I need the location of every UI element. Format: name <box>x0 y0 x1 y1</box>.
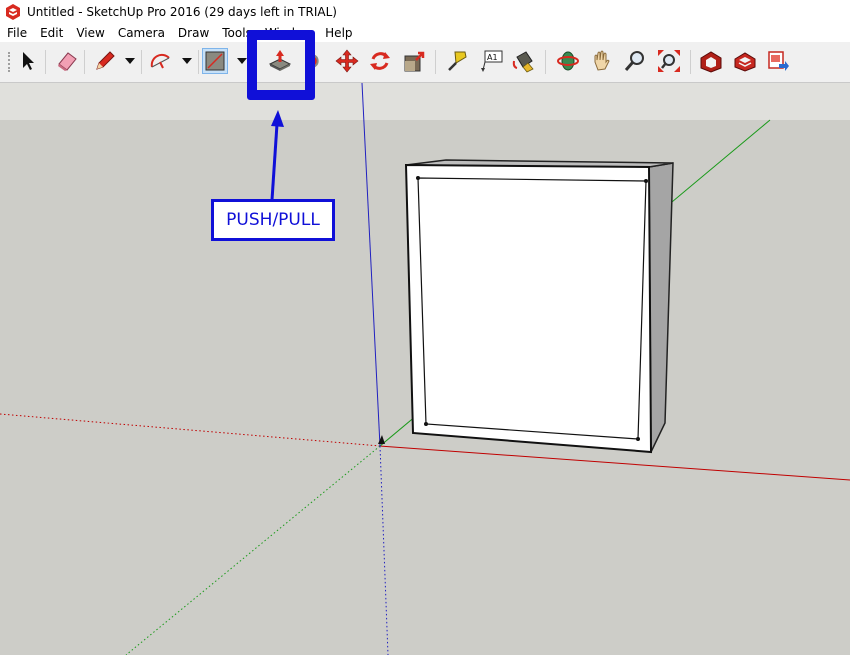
blue-axis-positive <box>361 83 381 447</box>
arc-icon <box>150 53 170 69</box>
title-bar: Untitled - SketchUp Pro 2016 (29 days le… <box>0 0 850 24</box>
vertex-marker <box>424 422 428 426</box>
rectangle-icon <box>205 51 225 71</box>
toolbar-separator <box>141 50 142 74</box>
chevron-down-icon <box>182 58 192 64</box>
3d-warehouse-button[interactable] <box>698 48 724 74</box>
chevron-down-icon <box>237 58 247 64</box>
paint-bucket-icon <box>512 51 534 73</box>
move-tool-button[interactable] <box>334 48 360 74</box>
red-axis-positive <box>379 445 850 481</box>
eraser-icon <box>58 52 77 71</box>
callout-label: PUSH/PULL <box>226 210 320 230</box>
red-axis-negative <box>0 413 381 447</box>
scale-icon <box>404 51 425 72</box>
orbit-icon <box>557 51 579 71</box>
push-pull-callout: PUSH/PULL <box>211 199 335 241</box>
vertex-marker <box>416 176 420 180</box>
scale-tool-button[interactable] <box>402 48 428 74</box>
rotate-icon <box>370 52 390 70</box>
select-arrow-icon <box>23 52 34 70</box>
svg-text:A1: A1 <box>487 53 498 62</box>
menu-help[interactable]: Help <box>318 24 358 42</box>
pencil-tool-button[interactable] <box>92 48 118 74</box>
vertex-marker <box>636 437 640 441</box>
move-icon <box>335 49 359 73</box>
tape-measure-tool-button[interactable] <box>444 48 470 74</box>
toolbar-separator <box>690 50 691 74</box>
warehouse-icon <box>700 51 722 73</box>
pan-hand-icon <box>594 50 610 71</box>
pan-tool-button[interactable] <box>588 48 614 74</box>
arc-dropdown[interactable] <box>180 52 194 70</box>
select-tool-button[interactable] <box>14 48 40 74</box>
toolbar-grip[interactable] <box>8 52 12 72</box>
menu-view[interactable]: View <box>69 24 110 42</box>
zoom-extents-icon <box>658 50 680 72</box>
pencil-icon <box>96 51 115 70</box>
text-label-icon: A1 <box>481 50 503 72</box>
extension-warehouse-button[interactable] <box>732 48 758 74</box>
blue-axis-negative <box>379 445 389 655</box>
toolbar-separator <box>84 50 85 74</box>
menu-edit[interactable]: Edit <box>33 24 69 42</box>
orbit-tool-button[interactable] <box>555 48 581 74</box>
tape-measure-icon <box>448 51 467 71</box>
send-to-layout-button[interactable] <box>765 48 791 74</box>
push-pull-highlight <box>247 30 315 100</box>
zoom-icon <box>624 51 644 71</box>
sketchup-window: Untitled - SketchUp Pro 2016 (29 days le… <box>0 0 850 655</box>
vertex-marker <box>644 179 648 183</box>
toolbar-separator <box>435 50 436 74</box>
eraser-tool-button[interactable] <box>54 48 80 74</box>
chevron-down-icon <box>125 58 135 64</box>
sketchup-logo-icon <box>6 4 20 20</box>
modeling-viewport[interactable] <box>0 83 850 655</box>
rotate-tool-button[interactable] <box>367 48 393 74</box>
toolbar-separator <box>198 50 199 74</box>
scene-canvas <box>0 83 850 655</box>
zoom-tool-button[interactable] <box>622 48 648 74</box>
menu-file[interactable]: File <box>0 24 33 42</box>
main-toolbar: A1 <box>0 42 850 83</box>
box-side-face[interactable] <box>648 162 674 453</box>
menu-bar: File Edit View Camera Draw Tools Window … <box>0 24 850 42</box>
arc-tool-button[interactable] <box>148 48 174 74</box>
toolbar-separator <box>45 50 46 74</box>
extension-warehouse-icon <box>734 52 756 72</box>
menu-draw[interactable]: Draw <box>171 24 215 42</box>
rectangle-tool-button[interactable] <box>202 48 228 74</box>
zoom-extents-tool-button[interactable] <box>656 48 682 74</box>
send-to-layout-icon <box>768 51 789 71</box>
sky-band <box>0 83 850 120</box>
text-tool-button[interactable]: A1 <box>479 48 505 74</box>
toolbar-separator <box>545 50 546 74</box>
inner-rectangle[interactable] <box>417 177 647 440</box>
pencil-dropdown[interactable] <box>123 52 137 70</box>
paint-bucket-tool-button[interactable] <box>510 48 536 74</box>
window-title: Untitled - SketchUp Pro 2016 (29 days le… <box>27 5 337 19</box>
menu-camera[interactable]: Camera <box>111 24 171 42</box>
green-axis-negative <box>125 445 381 655</box>
